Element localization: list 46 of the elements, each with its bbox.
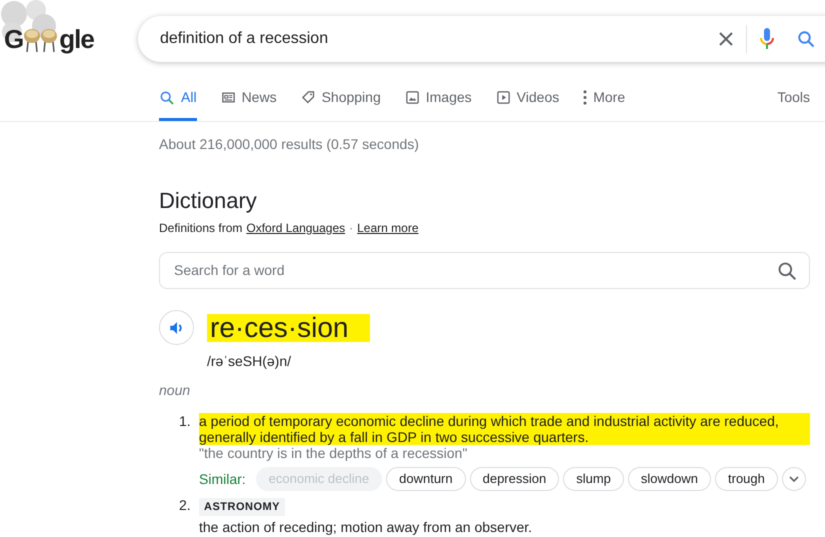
image-icon (404, 90, 420, 105)
newspaper-icon (220, 90, 236, 105)
result-stats: About 216,000,000 results (0.57 seconds) (159, 135, 420, 154)
search-icon (159, 90, 175, 106)
logo-text: G (4, 22, 24, 56)
synonym-chip[interactable]: slowdown (628, 467, 711, 491)
tab[interactable]: Videos (496, 77, 560, 121)
headword: re·ces·sion (207, 314, 370, 342)
search-field[interactable]: definition of a recession (160, 27, 718, 51)
synonym-chip[interactable]: depression (470, 467, 560, 491)
synonym-chip[interactable]: downturn (386, 467, 466, 491)
tab[interactable]: Shopping (300, 77, 381, 121)
pronunciation: /rəˈseSH(ə)n/ (206, 352, 292, 371)
search-icon[interactable] (797, 30, 815, 48)
similar-label: Similar: (199, 471, 246, 487)
more-icon (583, 90, 588, 105)
synonym-chip[interactable]: slump (563, 467, 624, 491)
sense-number: 2. (179, 497, 192, 515)
tab[interactable]: More (583, 77, 626, 121)
microphone-icon[interactable] (759, 27, 775, 51)
synonym-chip[interactable]: trough (715, 467, 778, 491)
separator: · (349, 220, 354, 237)
subject-tag: ASTRONOMY (199, 498, 285, 516)
definition: the action of receding; motion away from an observer. (199, 519, 534, 535)
logo-text: gle (59, 22, 94, 56)
tools-link[interactable]: Tools (777, 77, 810, 121)
source-text: Definitions from (159, 220, 242, 237)
tab[interactable]: Images (404, 77, 472, 121)
close-icon[interactable] (718, 31, 734, 47)
search-icon[interactable] (777, 260, 797, 280)
definition: a period of temporary economic decline during which trade and industrial activity are reduced, generally identified by a fall in GDP in two successive quarters. (199, 413, 810, 445)
tab[interactable]: News (220, 77, 277, 121)
part-of-speech: noun (159, 381, 192, 400)
section-title: Dictionary (159, 187, 258, 215)
word-search-field[interactable]: Search for a word (174, 260, 777, 281)
word-search-box[interactable]: Search for a word (159, 252, 810, 289)
source-link[interactable]: Oxford Languages (246, 219, 346, 237)
expand-button[interactable] (782, 467, 806, 491)
example-sentence: "the country is in the depths of a recession" (199, 445, 468, 461)
sense-number: 1. (179, 413, 192, 431)
play-icon (496, 90, 511, 105)
tag-icon (300, 90, 316, 105)
tab[interactable]: All (159, 77, 197, 121)
pronounce-button[interactable] (159, 310, 194, 345)
chevron-down-icon (788, 476, 799, 482)
learn-more-link[interactable]: Learn more (357, 219, 418, 237)
